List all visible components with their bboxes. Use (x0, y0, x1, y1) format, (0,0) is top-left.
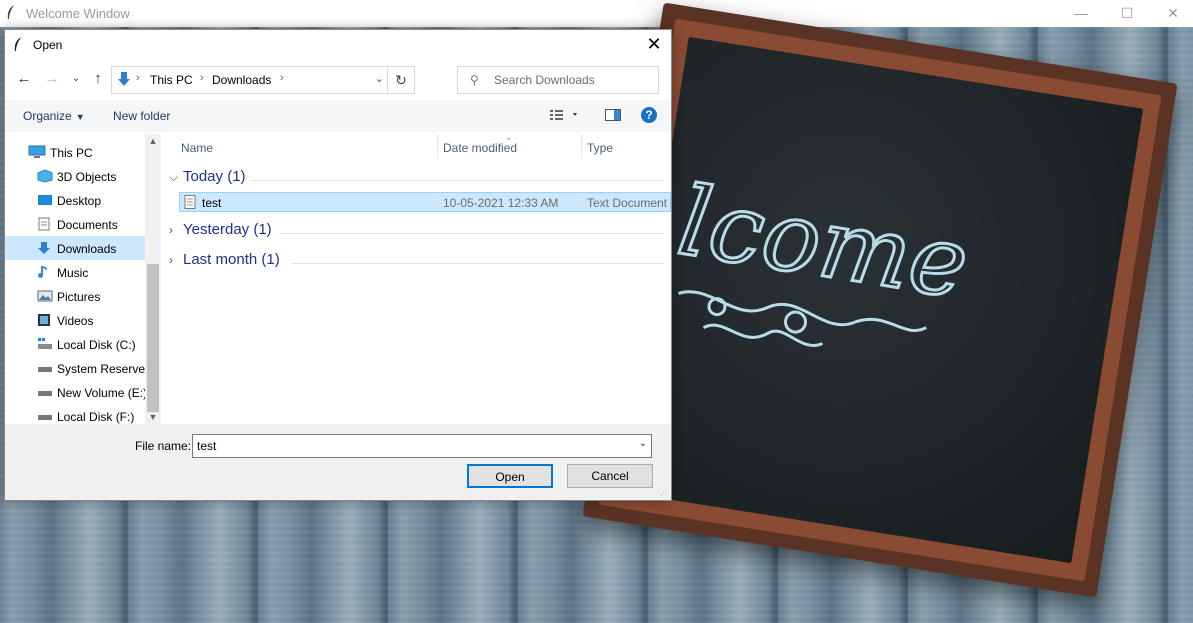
nav-item-downloads[interactable]: Downloads (5, 236, 145, 260)
new-folder-button[interactable]: New folder (113, 109, 170, 123)
drive-icon (37, 337, 53, 354)
nav-scroll-thumb[interactable] (147, 264, 159, 412)
minimize-button[interactable]: — (1058, 0, 1104, 26)
file-name-input[interactable] (197, 438, 627, 454)
open-button[interactable]: Open (467, 464, 553, 488)
recent-locations-chevron-icon[interactable]: ⌄ (65, 68, 87, 90)
nav-item-system-reserved[interactable]: System Reserved (5, 356, 152, 380)
dialog-close-button[interactable]: ✕ (641, 32, 667, 56)
pictures-icon (37, 289, 53, 306)
group-last-month[interactable]: › Last month (1) (169, 251, 280, 273)
address-bar[interactable]: › This PC › Downloads › ⌄ ↻ (111, 66, 415, 94)
file-row-test[interactable]: test 10-05-2021 12:33 AM Text Document (179, 192, 671, 212)
nav-item-videos[interactable]: Videos (5, 308, 145, 332)
file-name-dropdown-chevron-icon[interactable]: ⌄ (639, 438, 647, 449)
file-date-modified: 10-05-2021 12:33 AM (443, 196, 559, 210)
nav-item-music[interactable]: Music (5, 260, 145, 284)
view-options-icon[interactable] (549, 108, 579, 125)
forward-arrow-icon[interactable]: → (41, 68, 63, 90)
file-type: Text Document (587, 196, 668, 210)
dialog-title: Open (33, 38, 63, 52)
preview-pane-icon[interactable] (605, 108, 621, 125)
maximize-button[interactable]: ☐ (1104, 0, 1150, 26)
downloads-location-icon (116, 71, 132, 90)
column-header-name[interactable]: Name (181, 141, 213, 165)
document-icon (37, 217, 51, 234)
nav-item-local-disk-f[interactable]: Local Disk (F:) (5, 404, 145, 426)
open-file-dialog: Open ✕ ← → ⌄ ↑ › This PC › Downloads › ⌄… (4, 29, 672, 501)
file-list: Name ⌄ Date modified Type ⌵ Today (1) tes… (161, 134, 671, 426)
scroll-down-arrow-icon[interactable]: ▼ (145, 412, 161, 422)
scroll-up-arrow-icon[interactable]: ▲ (145, 136, 161, 146)
breadcrumb-downloads[interactable]: Downloads (212, 73, 271, 87)
navigation-bar: ← → ⌄ ↑ › This PC › Downloads › ⌄ ↻ ⚲ (5, 64, 671, 94)
chevron-right-icon: › (169, 253, 173, 267)
main-close-button[interactable]: ✕ (1150, 0, 1193, 26)
desktop-icon (37, 193, 53, 210)
app-feather-icon (6, 4, 16, 23)
chevron-down-icon: ⌵ (169, 170, 179, 184)
nav-pane-scrollbar[interactable]: ▲ ▼ (145, 134, 161, 426)
up-arrow-icon[interactable]: ↑ (87, 68, 109, 90)
main-window-titlebar: Welcome Window — ☐ ✕ (0, 0, 1193, 26)
address-dropdown-chevron-icon[interactable]: ⌄ (375, 72, 384, 85)
refresh-icon[interactable]: ↻ (387, 67, 414, 93)
breadcrumb-this-pc[interactable]: This PC (150, 73, 193, 87)
group-today[interactable]: ⌵ Today (1) (169, 168, 246, 190)
navigation-pane: This PC 3D Objects Desktop Documents Dow… (5, 134, 161, 426)
drive-icon (37, 361, 53, 378)
column-header-date-modified[interactable]: Date modified (443, 141, 517, 165)
dialog-titlebar: Open ✕ (5, 30, 671, 58)
resize-grip-icon[interactable]: ⋰ (660, 488, 668, 497)
nav-item-new-volume-e[interactable]: New Volume (E:) (5, 380, 147, 404)
search-input[interactable] (494, 71, 652, 89)
computer-icon (28, 145, 46, 162)
file-name: test (202, 196, 222, 210)
videos-icon (37, 313, 51, 330)
column-header-type[interactable]: Type (587, 141, 613, 165)
nav-item-desktop[interactable]: Desktop (5, 188, 145, 212)
drive-icon (37, 385, 53, 402)
organize-label: Organize (23, 109, 72, 123)
organize-button[interactable]: Organize ▼ (23, 109, 85, 123)
text-file-icon (184, 195, 196, 212)
command-toolbar: Organize ▼ New folder ? (5, 100, 671, 132)
dialog-footer: File name: ⌄ Open Cancel ⋰ (5, 424, 671, 500)
nav-item-documents[interactable]: Documents (5, 212, 145, 236)
music-icon (37, 265, 51, 282)
nav-item-local-disk-c[interactable]: Local Disk (C:) (5, 332, 145, 356)
back-arrow-icon[interactable]: ← (13, 68, 35, 90)
group-yesterday[interactable]: › Yesterday (1) (169, 221, 272, 243)
nav-item-pictures[interactable]: Pictures (5, 284, 145, 308)
search-box[interactable]: ⚲ (457, 66, 659, 94)
help-icon[interactable]: ? (641, 107, 657, 123)
cancel-button[interactable]: Cancel (567, 464, 653, 488)
chalkboard-text: lcome (671, 164, 975, 320)
nav-item-3d-objects[interactable]: 3D Objects (5, 164, 145, 188)
search-icon: ⚲ (470, 73, 479, 87)
download-icon (37, 241, 51, 258)
caret-down-icon: ▼ (75, 112, 85, 122)
file-name-label: File name: (135, 439, 192, 453)
dialog-feather-icon (13, 36, 23, 55)
main-window-title: Welcome Window (26, 6, 130, 21)
file-name-combobox[interactable]: ⌄ (192, 434, 652, 458)
chevron-right-icon: › (169, 223, 173, 237)
nav-item-this-pc[interactable]: This PC (5, 140, 145, 164)
cube-icon (37, 169, 53, 186)
